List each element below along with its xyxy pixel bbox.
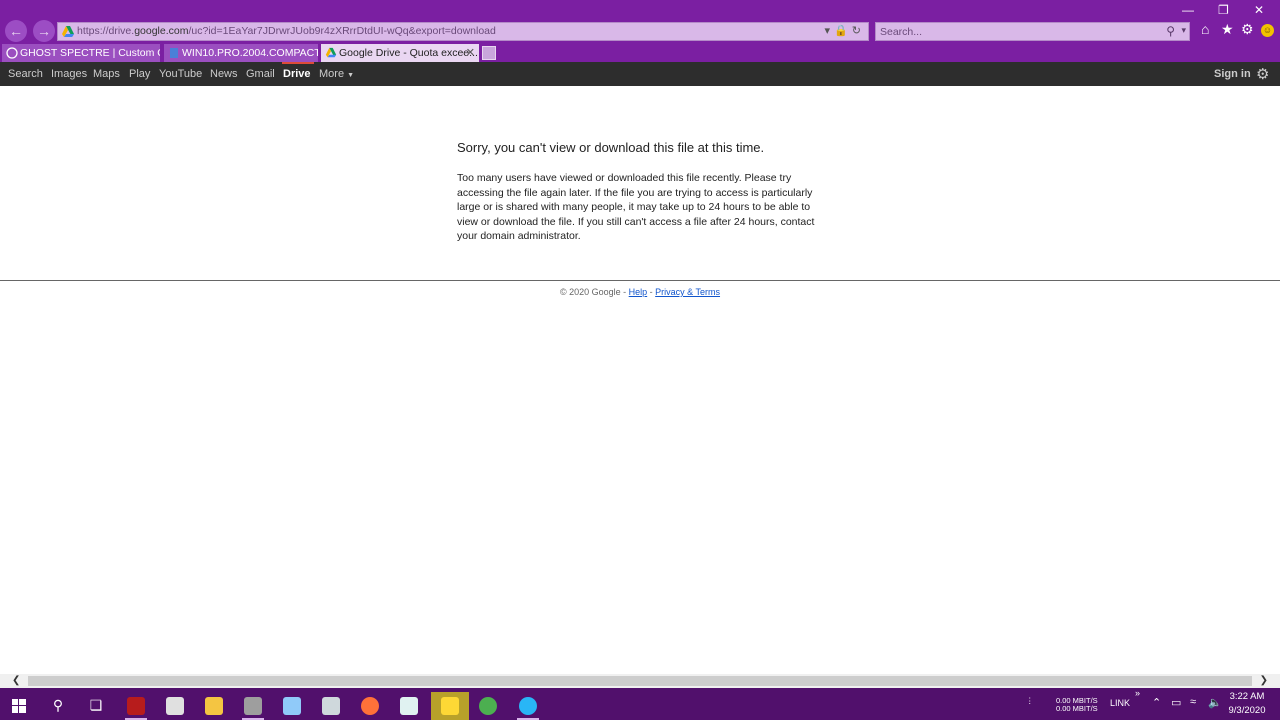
chevron-up-icon[interactable]: ⌃ bbox=[1152, 696, 1161, 709]
gear-icon[interactable]: ⚙ bbox=[1241, 21, 1254, 38]
app-icon[interactable] bbox=[431, 692, 469, 720]
smiley-feedback-icon[interactable]: ☺ bbox=[1261, 24, 1274, 37]
footer: © 2020 Google - Help - Privacy & Terms bbox=[0, 287, 1280, 297]
app-icon[interactable] bbox=[234, 692, 272, 720]
new-tab-button[interactable] bbox=[482, 46, 496, 60]
restore-icon[interactable]: ❐ bbox=[1218, 3, 1229, 17]
filezilla-icon[interactable] bbox=[117, 692, 155, 720]
refresh-icon[interactable]: ↻ bbox=[852, 25, 865, 37]
footer-separator: - bbox=[647, 287, 656, 297]
google-drive-favicon bbox=[62, 26, 74, 37]
favorites-star-icon[interactable]: ★ bbox=[1221, 21, 1234, 38]
gbar-link-youtube[interactable]: YouTube bbox=[159, 68, 202, 80]
internet-explorer-icon[interactable] bbox=[509, 692, 547, 720]
app-icon[interactable] bbox=[312, 692, 350, 720]
address-bar[interactable]: https://drive.google.com/uc?id=1EaYar7JD… bbox=[57, 22, 869, 41]
app-icon[interactable] bbox=[390, 692, 428, 720]
scroll-right-icon[interactable]: ❯ bbox=[1260, 675, 1268, 686]
tablet-icon[interactable]: ▭ bbox=[1171, 696, 1181, 709]
search-placeholder: Search... bbox=[880, 26, 923, 38]
gear-icon[interactable]: ⚙ bbox=[1256, 65, 1269, 83]
tray-link-label[interactable]: LINK bbox=[1110, 698, 1130, 708]
volume-icon[interactable]: 🔈 bbox=[1208, 696, 1222, 709]
gbar-link-more[interactable]: More ▼ bbox=[319, 68, 354, 80]
scrollbar-thumb[interactable] bbox=[28, 676, 1252, 686]
footer-divider bbox=[0, 280, 1280, 281]
lock-icon[interactable]: 🔒 bbox=[834, 25, 852, 37]
app-icon[interactable] bbox=[273, 692, 311, 720]
close-icon[interactable]: ✕ bbox=[1254, 3, 1264, 17]
file-explorer-icon[interactable] bbox=[195, 692, 233, 720]
error-title: Sorry, you can't view or download this f… bbox=[457, 140, 765, 155]
chrome-icon[interactable] bbox=[469, 692, 507, 720]
taskbar: ⚲ ❏ ⋮ 0.00 MBIT/S 0.00 MBIT/S bbox=[0, 688, 1280, 720]
windows-logo-icon bbox=[12, 699, 26, 714]
google-drive-favicon bbox=[325, 47, 337, 58]
forward-arrow-icon[interactable]: → bbox=[33, 20, 55, 42]
tab-win10[interactable]: WIN10.PRO.2004.COMPACT.A... bbox=[164, 44, 318, 62]
address-tools[interactable]: ▾🔒↻ bbox=[825, 24, 865, 37]
tray-icon[interactable]: ⋮ bbox=[1026, 697, 1034, 705]
search-icon[interactable]: ⚲ bbox=[1166, 24, 1175, 38]
expand-toolbar-icon[interactable]: » bbox=[1135, 688, 1140, 698]
gbar-link-news[interactable]: News bbox=[210, 68, 238, 80]
task-view-icon[interactable]: ❏ bbox=[77, 692, 115, 720]
net-download: 0.00 MBIT/S bbox=[1056, 704, 1098, 713]
clock-time: 3:22 AM bbox=[1229, 691, 1265, 702]
tab-label: Google Drive - Quota excee... bbox=[339, 47, 478, 59]
dropdown-icon[interactable]: ▾ bbox=[825, 25, 835, 37]
back-arrow-icon[interactable]: ← bbox=[5, 20, 27, 42]
tab-google-drive[interactable]: Google Drive - Quota excee... ✕ bbox=[321, 44, 479, 62]
ghost-favicon bbox=[6, 47, 18, 59]
firefox-icon[interactable] bbox=[351, 692, 389, 720]
search-dropdown-icon[interactable]: ▾ bbox=[1181, 25, 1186, 36]
clock[interactable]: 3:22 AM 9/3/2020 bbox=[1222, 690, 1272, 718]
copyright: © 2020 Google - bbox=[559, 287, 629, 297]
gbar-link-gmail[interactable]: Gmail bbox=[246, 68, 275, 80]
home-icon[interactable]: ⌂ bbox=[1201, 21, 1209, 37]
gbar-link-search[interactable]: Search bbox=[8, 68, 43, 80]
horizontal-scrollbar[interactable]: ❮ ❯ bbox=[0, 674, 1280, 688]
chevron-down-icon: ▼ bbox=[347, 72, 355, 79]
notepad-icon[interactable] bbox=[156, 692, 194, 720]
help-link[interactable]: Help bbox=[629, 287, 648, 297]
search-box[interactable]: Search... ⚲ ▾ bbox=[875, 22, 1190, 41]
gbar-link-images[interactable]: Images bbox=[51, 68, 87, 80]
gbar-link-maps[interactable]: Maps bbox=[93, 68, 120, 80]
tab-label: WIN10.PRO.2004.COMPACT.A... bbox=[182, 47, 318, 59]
gbar-link-play[interactable]: Play bbox=[129, 68, 150, 80]
close-tab-icon[interactable]: ✕ bbox=[466, 44, 475, 62]
tab-label: GHOST SPECTRE | Custom OS ... bbox=[20, 47, 160, 59]
document-favicon bbox=[170, 48, 178, 58]
clock-date: 9/3/2020 bbox=[1228, 705, 1266, 716]
search-taskbar-icon[interactable]: ⚲ bbox=[39, 692, 77, 720]
google-bar: Search Images Maps Play YouTube News Gma… bbox=[0, 62, 1280, 86]
minimize-icon[interactable]: — bbox=[1182, 3, 1194, 17]
start-button[interactable] bbox=[0, 692, 38, 720]
error-message: Too many users have viewed or downloaded… bbox=[457, 172, 815, 243]
active-tab-indicator bbox=[282, 62, 314, 64]
privacy-terms-link[interactable]: Privacy & Terms bbox=[655, 287, 720, 297]
wifi-icon[interactable]: ≈ bbox=[1190, 696, 1196, 708]
address-url: https://drive.google.com/uc?id=1EaYar7JD… bbox=[77, 25, 496, 37]
gbar-link-drive[interactable]: Drive bbox=[283, 68, 311, 80]
scroll-left-icon[interactable]: ❮ bbox=[12, 675, 20, 686]
tab-ghost-spectre[interactable]: GHOST SPECTRE | Custom OS ... bbox=[2, 44, 160, 62]
browser-chrome: ← → https://drive.google.com/uc?id=1EaYa… bbox=[0, 0, 1280, 62]
sign-in-button[interactable]: Sign in bbox=[1214, 68, 1251, 80]
